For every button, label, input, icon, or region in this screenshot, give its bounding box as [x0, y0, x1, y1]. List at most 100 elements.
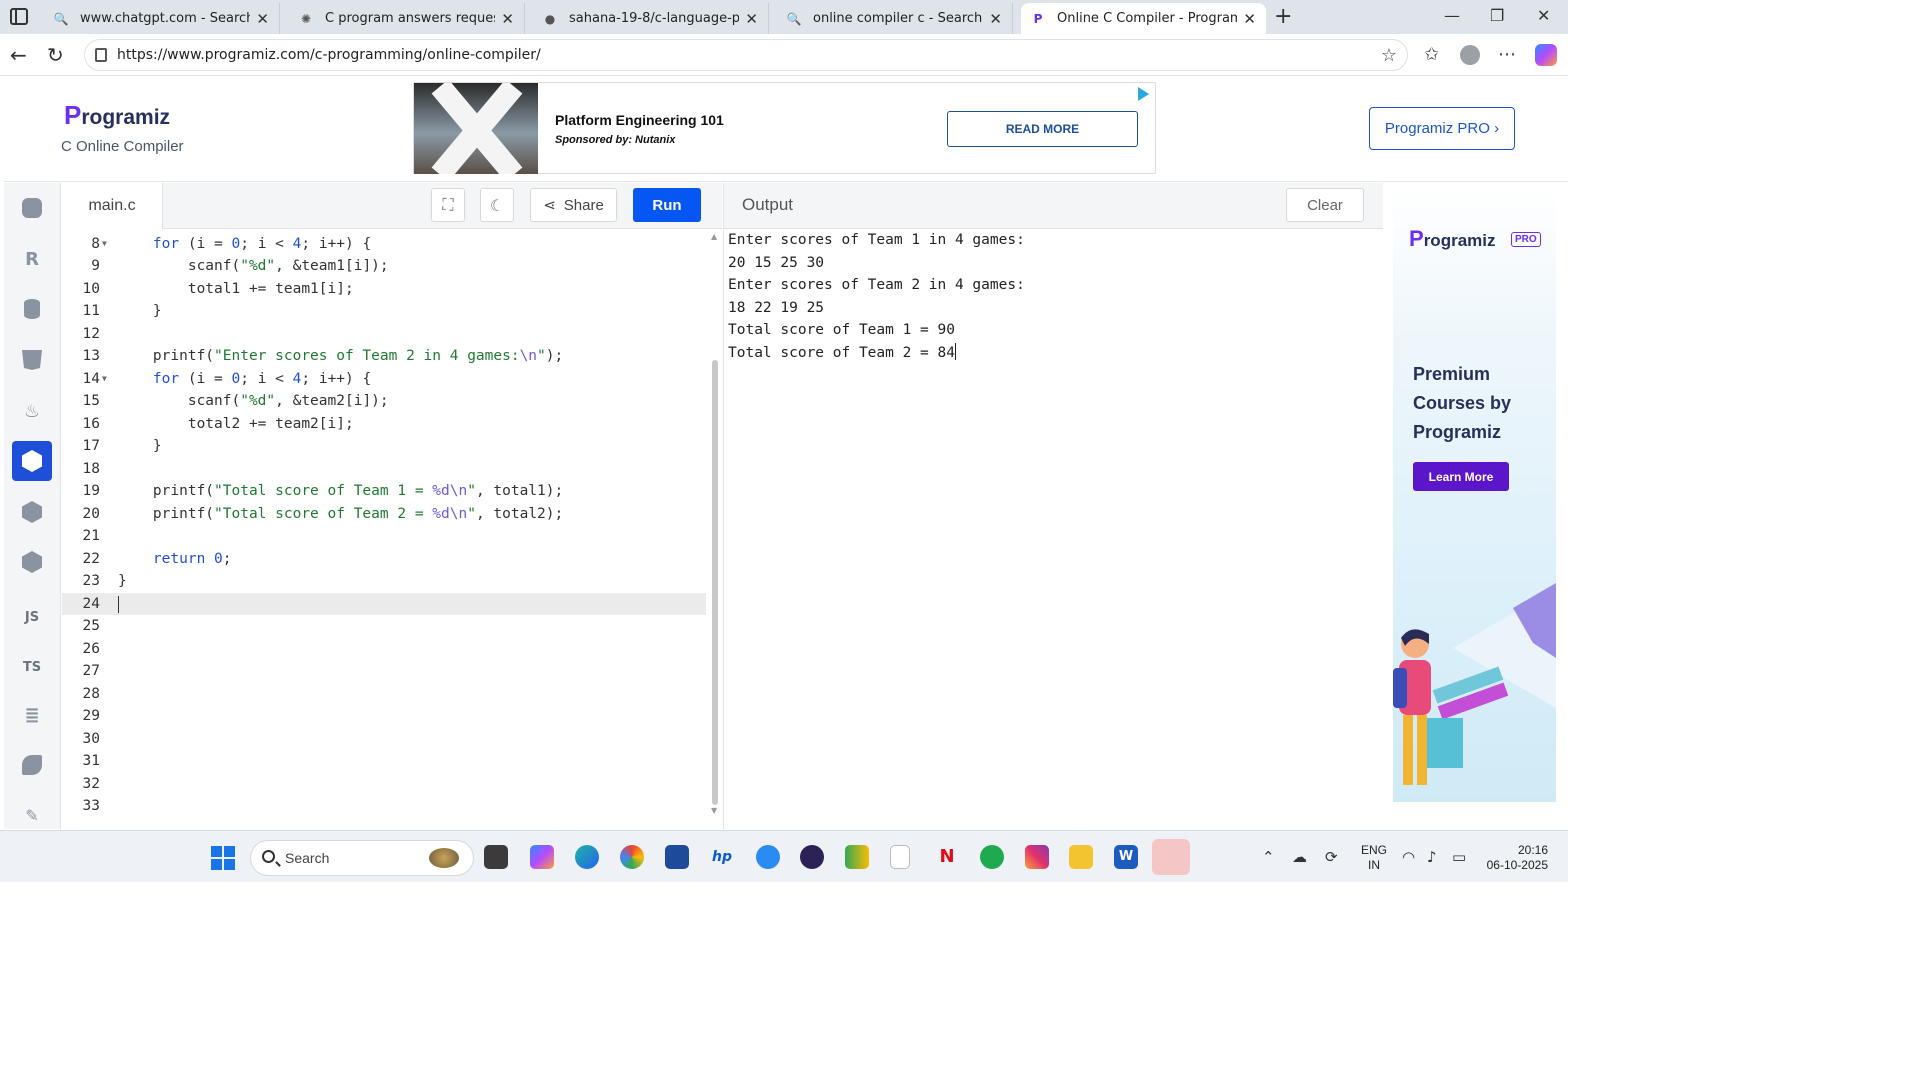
- go-icon[interactable]: ≣: [12, 695, 52, 735]
- copilot-icon[interactable]: [530, 845, 554, 869]
- code-line[interactable]: 27: [62, 660, 706, 683]
- programiz-pro-button[interactable]: Programiz PRO ›: [1369, 107, 1515, 150]
- chevron-up-icon[interactable]: ⌃: [1262, 848, 1275, 866]
- ad-banner[interactable]: Platform Engineering 101 Sponsored by: N…: [413, 82, 1156, 174]
- sql-icon[interactable]: [12, 289, 52, 329]
- html-icon[interactable]: [12, 340, 52, 380]
- meet-icon[interactable]: [845, 845, 869, 869]
- onedrive-icon[interactable]: [1152, 839, 1190, 875]
- r-icon[interactable]: R: [12, 239, 52, 279]
- notepad-icon[interactable]: [890, 845, 910, 869]
- code-line[interactable]: 31: [62, 750, 706, 773]
- c-icon[interactable]: [12, 441, 52, 481]
- swift-icon[interactable]: [12, 745, 52, 785]
- csharp-icon[interactable]: [12, 542, 52, 582]
- code-line[interactable]: 15 scanf("%d", &team2[i]);: [62, 390, 706, 413]
- learn-more-button[interactable]: Learn More: [1413, 462, 1509, 491]
- code-line[interactable]: 16 total2 += team2[i];: [62, 413, 706, 436]
- browser-tab-4[interactable]: 🔍 online compiler c - Search ✕: [777, 3, 1013, 34]
- start-icon[interactable]: [211, 846, 235, 870]
- instagram-icon[interactable]: [1025, 845, 1049, 869]
- code-line[interactable]: 23}: [62, 570, 706, 593]
- netflix-icon[interactable]: N: [935, 845, 959, 869]
- more-menu-icon[interactable]: ⋯: [1498, 44, 1516, 65]
- refresh-icon[interactable]: ↻: [47, 43, 64, 67]
- code-line[interactable]: 21: [62, 525, 706, 548]
- restore-icon[interactable]: ❐: [1490, 6, 1504, 25]
- profile-avatar[interactable]: [1460, 45, 1480, 65]
- favorite-star-icon[interactable]: ☆: [1381, 45, 1397, 66]
- code-line[interactable]: 19 printf("Total score of Team 1 = %d\n"…: [62, 480, 706, 503]
- edge-icon[interactable]: [575, 845, 599, 869]
- code-line[interactable]: 25: [62, 615, 706, 638]
- close-tab-icon[interactable]: ✕: [1243, 10, 1256, 28]
- code-line[interactable]: 9 scanf("%d", &team1[i]);: [62, 255, 706, 278]
- run-button[interactable]: Run: [633, 188, 701, 222]
- close-tab-icon[interactable]: ✕: [501, 10, 514, 28]
- share-button[interactable]: ⋖ Share: [530, 188, 617, 222]
- back-icon[interactable]: ←: [10, 43, 27, 67]
- scroll-up-icon[interactable]: ▲: [711, 232, 717, 241]
- favorites-icon[interactable]: ✩: [1424, 44, 1439, 65]
- code-line[interactable]: 20 printf("Total score of Team 2 = %d\n"…: [62, 503, 706, 526]
- code-line[interactable]: 33: [62, 795, 706, 818]
- sync-icon[interactable]: ⟳: [1325, 848, 1338, 866]
- fullscreen-icon[interactable]: ⛶: [431, 188, 465, 222]
- code-line[interactable]: 17 }: [62, 435, 706, 458]
- wifi-icon[interactable]: ◠: [1402, 848, 1415, 866]
- close-tab-icon[interactable]: ✕: [745, 10, 758, 28]
- hp-icon[interactable]: hp: [710, 845, 734, 869]
- url-field[interactable]: https://www.programiz.com/c-programming/…: [84, 39, 1408, 71]
- browser-tab-1[interactable]: 🔍 www.chatgpt.com - Search ✕: [44, 3, 280, 34]
- code-line[interactable]: 13 printf("Enter scores of Team 2 in 4 g…: [62, 345, 706, 368]
- code-line[interactable]: 11 }: [62, 300, 706, 323]
- photos-icon[interactable]: [620, 845, 644, 869]
- language-indicator[interactable]: ENG IN: [1361, 843, 1387, 873]
- get-help-icon[interactable]: [756, 845, 780, 869]
- close-tab-icon[interactable]: ✕: [989, 10, 1002, 28]
- cloud-error-icon[interactable]: ☁: [1292, 848, 1307, 866]
- code-line[interactable]: 22 return 0;: [62, 548, 706, 571]
- scroll-down-icon[interactable]: ▼: [711, 806, 717, 815]
- close-tab-icon[interactable]: ✕: [256, 10, 269, 28]
- python-icon[interactable]: [12, 188, 52, 228]
- code-line[interactable]: 8 ▼ for (i = 0; i < 4; i++) {: [62, 233, 706, 256]
- rust-icon[interactable]: ✎: [12, 795, 52, 835]
- dark-mode-icon[interactable]: ☾: [480, 188, 514, 222]
- whatsapp-icon[interactable]: [980, 845, 1004, 869]
- file-explorer-icon[interactable]: [484, 845, 508, 869]
- taskbar-search[interactable]: Search: [250, 840, 474, 876]
- window-close-icon[interactable]: ✕: [1537, 6, 1550, 25]
- code-line[interactable]: 30: [62, 728, 706, 751]
- fold-toggle-icon[interactable]: ▼: [102, 233, 107, 256]
- browser-tab-3[interactable]: ● sahana-19-8/c-language-program ✕: [533, 3, 769, 34]
- fold-toggle-icon[interactable]: ▼: [102, 368, 107, 391]
- eclipse-icon[interactable]: [800, 845, 824, 869]
- folder-icon[interactable]: [1069, 845, 1093, 869]
- browser-tab-5[interactable]: P Online C Compiler - Programiz ✕: [1021, 3, 1266, 34]
- code-line[interactable]: 32: [62, 773, 706, 796]
- code-line[interactable]: 29: [62, 705, 706, 728]
- programiz-pro-promo[interactable]: Programiz PRO Premium Courses by Program…: [1393, 188, 1556, 802]
- word-icon[interactable]: W: [1114, 845, 1138, 869]
- volume-icon[interactable]: ♪: [1427, 848, 1437, 866]
- code-line[interactable]: 24: [62, 592, 706, 615]
- javascript-icon[interactable]: JS: [12, 597, 52, 637]
- tab-actions-icon[interactable]: [10, 8, 28, 25]
- code-line[interactable]: 28: [62, 683, 706, 706]
- store-icon[interactable]: [665, 845, 689, 869]
- browser-tab-2[interactable]: ✺ C program answers request ✕: [289, 3, 525, 34]
- code-line[interactable]: 14 ▼ for (i = 0; i < 4; i++) {: [62, 368, 706, 391]
- code-line[interactable]: 12: [62, 323, 706, 346]
- code-editor[interactable]: 8 ▼ for (i = 0; i < 4; i++) {9 scanf("%d"…: [62, 230, 722, 829]
- output-console[interactable]: Enter scores of Team 1 in 4 games: 20 15…: [723, 230, 1383, 829]
- code-line[interactable]: 10 total1 += team1[i];: [62, 278, 706, 301]
- minimize-icon[interactable]: —: [1444, 6, 1460, 25]
- battery-icon[interactable]: ▭: [1452, 848, 1466, 866]
- clock[interactable]: 20:16 06-10-2025: [1478, 843, 1548, 873]
- file-tab-main[interactable]: main.c: [62, 183, 163, 229]
- copilot-icon[interactable]: [1535, 44, 1557, 66]
- code-line[interactable]: 26: [62, 638, 706, 661]
- clear-button[interactable]: Clear: [1286, 188, 1364, 222]
- new-tab-icon[interactable]: +: [1274, 4, 1292, 29]
